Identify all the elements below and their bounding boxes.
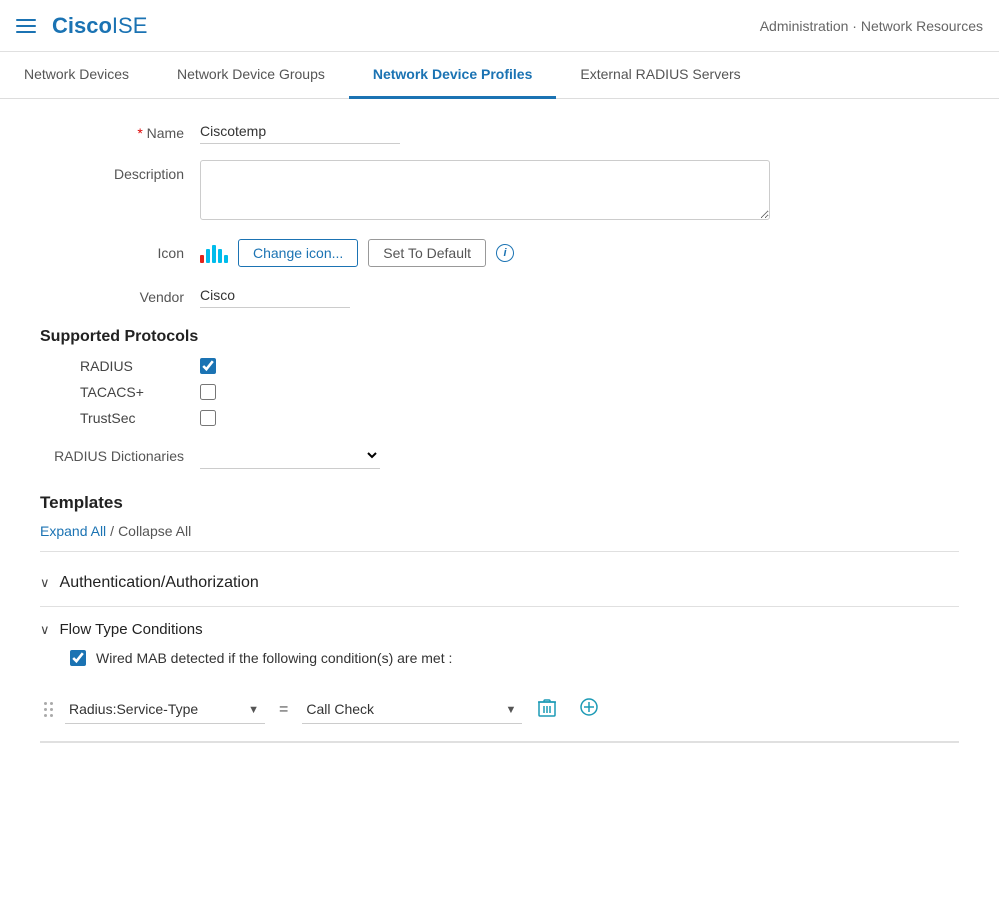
supported-protocols-title: Supported Protocols [40, 328, 959, 346]
add-condition-button[interactable] [572, 694, 606, 725]
name-input[interactable] [200, 119, 400, 144]
trustsec-label: TrustSec [80, 410, 200, 426]
collapse-all-link[interactable]: Collapse All [118, 523, 191, 539]
tab-network-device-groups[interactable]: Network Device Groups [153, 52, 349, 99]
name-row: * Name [40, 119, 959, 144]
bar3 [212, 245, 216, 263]
flow-conditions-title: Flow Type Conditions [60, 621, 203, 638]
drag-dot [44, 708, 47, 711]
name-value [200, 119, 959, 144]
flow-conditions-header[interactable]: ∨ Flow Type Conditions [40, 621, 959, 638]
bar1 [200, 255, 204, 263]
trustsec-protocol-row: TrustSec [80, 410, 959, 426]
auth-accordion-title: Authentication/Authorization [60, 574, 259, 592]
tab-network-devices[interactable]: Network Devices [0, 52, 153, 99]
logo-cisco: Cisco [52, 13, 112, 39]
vendor-label: Vendor [40, 283, 200, 305]
expand-collapse-controls: Expand All / Collapse All [40, 523, 959, 539]
set-to-default-button[interactable]: Set To Default [368, 239, 486, 267]
vendor-text: Cisco [200, 283, 350, 308]
description-textarea[interactable] [200, 160, 770, 220]
plus-icon [580, 698, 598, 716]
logo-ise: ISE [112, 13, 147, 39]
app-logo: Cisco ISE [52, 13, 147, 39]
expand-all-link[interactable]: Expand All [40, 523, 106, 539]
description-label: Description [40, 160, 200, 182]
hamburger-menu[interactable] [16, 19, 36, 33]
auth-chevron-icon: ∨ [40, 575, 50, 591]
dictionaries-label: RADIUS Dictionaries [40, 448, 200, 464]
description-row: Description [40, 160, 959, 223]
cisco-bars [200, 243, 228, 263]
name-label: * Name [40, 119, 200, 141]
flow-condition-text: Wired MAB detected if the following cond… [96, 650, 452, 666]
radius-label: RADIUS [80, 358, 200, 374]
value-select-wrapper: Call Check ▼ [302, 695, 522, 724]
drag-handle[interactable] [40, 698, 57, 721]
drag-dot [50, 702, 53, 705]
divider-1 [40, 551, 959, 552]
tacacs-checkbox[interactable] [200, 384, 216, 400]
attribute-select[interactable]: Radius:Service-Type [65, 695, 265, 724]
tab-external-radius-servers[interactable]: External RADIUS Servers [556, 52, 764, 99]
app-header: Cisco ISE Administration · Network Resou… [0, 0, 999, 52]
drag-dot [50, 714, 53, 717]
main-content: * Name Description Icon Chan [0, 99, 999, 763]
bar5 [224, 255, 228, 263]
auth-accordion-header[interactable]: ∨ Authentication/Authorization [40, 560, 959, 607]
equals-sign: = [273, 701, 294, 719]
bar2 [206, 249, 210, 263]
required-star: * [137, 125, 142, 141]
bar4 [218, 249, 222, 263]
condition-inputs-row: Radius:Service-Type ▼ = Call Check ▼ [40, 682, 959, 742]
drag-dot [44, 714, 47, 717]
cisco-logo-icon [200, 243, 228, 263]
dictionaries-select[interactable] [200, 442, 380, 469]
icon-controls: Change icon... Set To Default i [200, 239, 959, 267]
delete-condition-button[interactable] [530, 694, 564, 725]
flow-conditions-section: ∨ Flow Type Conditions Wired MAB detecte… [40, 607, 959, 743]
drag-dot-row-1 [44, 702, 53, 705]
radius-protocol-row: RADIUS [80, 358, 959, 374]
vendor-row: Vendor Cisco [40, 283, 959, 308]
drag-dot-row-2 [44, 708, 53, 711]
dictionaries-select-wrapper [200, 442, 380, 469]
flow-condition-row: Wired MAB detected if the following cond… [70, 650, 959, 666]
flow-chevron-icon: ∨ [40, 622, 50, 638]
description-value [200, 160, 959, 223]
templates-section: Templates Expand All / Collapse All ∨ Au… [40, 493, 959, 743]
value-select[interactable]: Call Check [302, 695, 522, 724]
templates-title: Templates [40, 493, 959, 513]
attribute-select-wrapper: Radius:Service-Type ▼ [65, 695, 265, 724]
trash-icon [538, 698, 556, 718]
drag-dot [50, 708, 53, 711]
separator: / [110, 523, 114, 539]
drag-dot [44, 702, 47, 705]
trustsec-checkbox[interactable] [200, 410, 216, 426]
radius-checkbox[interactable] [200, 358, 216, 374]
info-icon[interactable]: i [496, 244, 514, 262]
dictionaries-row: RADIUS Dictionaries [40, 442, 959, 469]
tab-bar: Network Devices Network Device Groups Ne… [0, 52, 999, 99]
icon-label: Icon [40, 239, 200, 261]
icon-row: Icon Change icon... Set To Default i [40, 239, 959, 267]
tab-network-device-profiles[interactable]: Network Device Profiles [349, 52, 557, 99]
drag-dot-row-3 [44, 714, 53, 717]
tacacs-label: TACACS+ [80, 384, 200, 400]
breadcrumb: Administration · Network Resources [760, 18, 983, 34]
change-icon-button[interactable]: Change icon... [238, 239, 358, 267]
flow-condition-checkbox[interactable] [70, 650, 86, 666]
vendor-value: Cisco [200, 283, 959, 308]
tacacs-protocol-row: TACACS+ [80, 384, 959, 400]
auth-accordion-item: ∨ Authentication/Authorization [40, 560, 959, 607]
